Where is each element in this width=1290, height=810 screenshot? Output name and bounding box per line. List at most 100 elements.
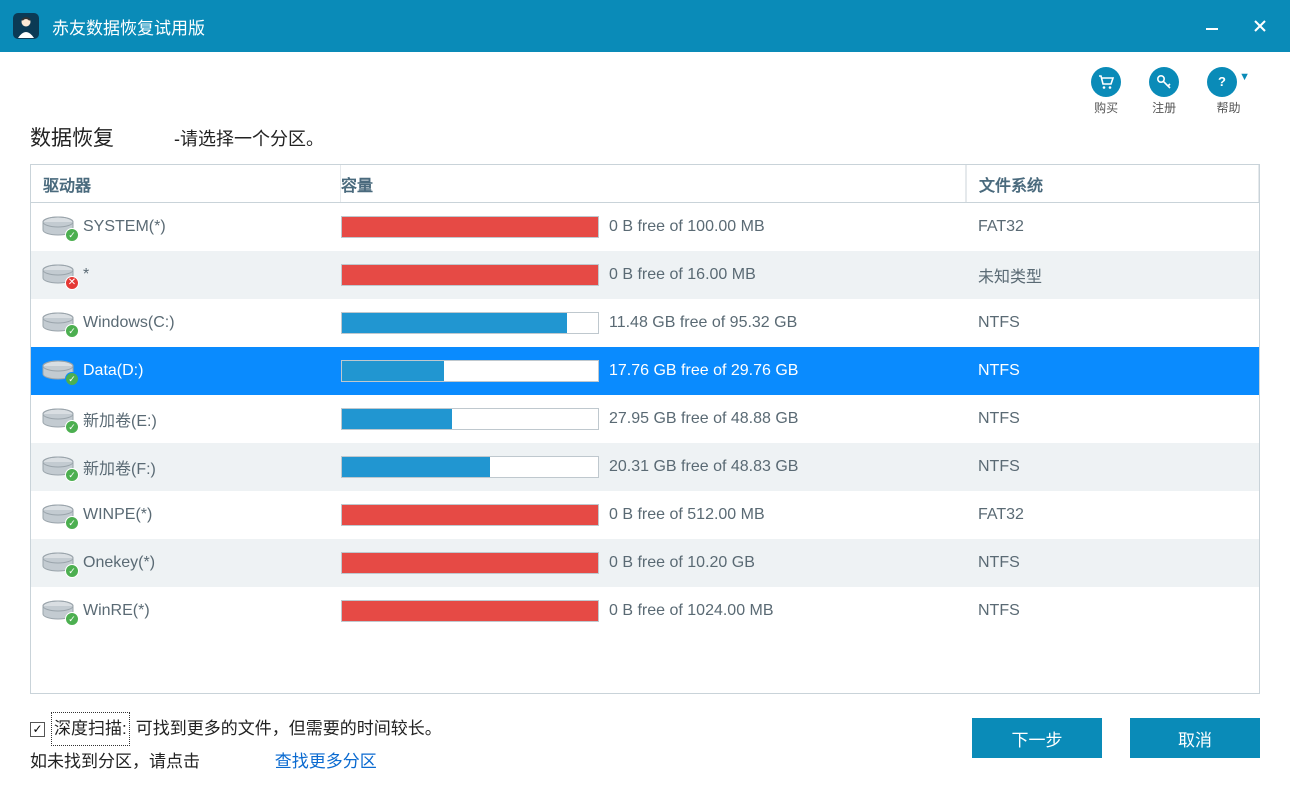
capacity-text: 0 B free of 16.00 MB [609,266,756,284]
ok-badge-icon: ✓ [65,468,79,482]
capacity-text: 11.48 GB free of 95.32 GB [609,314,797,332]
window-controls [1202,16,1278,36]
cancel-button[interactable]: 取消 [1130,718,1260,758]
deep-scan-checkbox[interactable]: ✓ [30,722,45,737]
question-icon: ? [1207,67,1237,97]
drive-name: Onekey(*) [83,554,155,572]
drive-row[interactable]: ✓ Onekey(*) 0 B free of 10.20 GB NTFS [31,539,1259,587]
buy-button[interactable]: 购买 [1091,67,1121,116]
minimize-button[interactable] [1202,16,1222,36]
ok-badge-icon: ✓ [65,420,79,434]
drive-icon: ✓ [41,552,75,574]
filesystem-text: NTFS [966,458,1259,476]
window-title: 赤友数据恢复试用版 [52,14,1202,39]
drive-row[interactable]: ✓ WINPE(*) 0 B free of 512.00 MB FAT32 [31,491,1259,539]
usage-bar [341,600,599,622]
filesystem-text: FAT32 [966,218,1259,236]
app-icon [12,12,40,40]
capacity-text: 0 B free of 10.20 GB [609,554,755,572]
ok-badge-icon: ✓ [65,612,79,626]
content-area: 购买 注册 ? ▼ 帮助 数据恢复 -请选择一个分区。 [0,52,1290,810]
drive-name: WinRE(*) [83,602,150,620]
table-body: ✓ SYSTEM(*) 0 B free of 100.00 MB FAT32 ✕ * 0 … [31,203,1259,693]
drive-icon: ✓ [41,600,75,622]
capacity-text: 27.95 GB free of 48.88 GB [609,410,798,428]
find-more-link[interactable]: 查找更多分区 [275,752,377,771]
drive-table: 驱动器 容量 文件系统 ✓ SYSTEM(*) 0 B free of 100.00… [30,164,1260,694]
deep-scan-label: 深度扫描: [51,712,130,746]
usage-bar [341,504,599,526]
drive-row[interactable]: ✓ Windows(C:) 11.48 GB free of 95.32 GB NTF… [31,299,1259,347]
column-filesystem[interactable]: 文件系统 [966,165,1259,202]
deep-scan-desc: 可找到更多的文件，但需要的时间较长。 [136,713,442,745]
next-button[interactable]: 下一步 [972,718,1102,758]
drive-icon: ✓ [41,456,75,478]
table-header: 驱动器 容量 文件系统 [31,165,1259,203]
drive-icon: ✓ [41,408,75,430]
drive-name: SYSTEM(*) [83,218,166,236]
footer-buttons: 下一步 取消 [972,718,1260,758]
filesystem-text: FAT32 [966,506,1259,524]
drive-icon: ✓ [41,360,75,382]
filesystem-text: NTFS [966,554,1259,572]
usage-bar [341,408,599,430]
help-label: 帮助 [1217,99,1241,116]
drive-name: 新加卷(E:) [83,407,157,431]
drive-name: Data(D:) [83,362,143,380]
ok-badge-icon: ✓ [65,324,79,338]
drive-icon: ✕ [41,264,75,286]
filesystem-text: NTFS [966,410,1259,428]
drive-row[interactable]: ✓ Data(D:) 17.76 GB free of 29.76 GB NTFS [31,347,1259,395]
footer: ✓ 深度扫描: 可找到更多的文件，但需要的时间较长。 如未找到分区，请点击 查找… [0,694,1290,799]
ok-badge-icon: ✓ [65,564,79,578]
error-badge-icon: ✕ [65,276,79,290]
usage-bar [341,216,599,238]
filesystem-text: 未知类型 [966,263,1259,287]
capacity-text: 0 B free of 100.00 MB [609,218,765,236]
column-capacity[interactable]: 容量 [341,165,966,202]
drive-icon: ✓ [41,504,75,526]
column-drive[interactable]: 驱动器 [31,165,341,202]
not-found-text: 如未找到分区，请点击 [30,752,200,771]
key-icon [1149,67,1179,97]
drive-row[interactable]: ✕ * 0 B free of 16.00 MB 未知类型 [31,251,1259,299]
usage-bar [341,360,599,382]
help-button[interactable]: ? ▼ 帮助 [1207,67,1250,116]
footer-left: ✓ 深度扫描: 可找到更多的文件，但需要的时间较长。 如未找到分区，请点击 查找… [30,712,442,779]
capacity-text: 17.76 GB free of 29.76 GB [609,362,798,380]
titlebar: 赤友数据恢复试用版 [0,0,1290,52]
capacity-text: 20.31 GB free of 48.83 GB [609,458,798,476]
drive-name: WINPE(*) [83,506,152,524]
register-button[interactable]: 注册 [1149,67,1179,116]
ok-badge-icon: ✓ [65,516,79,530]
ok-badge-icon: ✓ [65,228,79,242]
page-title: 数据恢复 [30,122,114,152]
usage-bar [341,312,599,334]
filesystem-text: NTFS [966,602,1259,620]
usage-bar [341,552,599,574]
buy-label: 购买 [1094,99,1118,116]
svg-text:?: ? [1218,74,1226,89]
capacity-text: 0 B free of 512.00 MB [609,506,765,524]
drive-icon: ✓ [41,312,75,334]
drive-row[interactable]: ✓ WinRE(*) 0 B free of 1024.00 MB NTFS [31,587,1259,635]
cart-icon [1091,67,1121,97]
drive-row[interactable]: ✓ SYSTEM(*) 0 B free of 100.00 MB FAT32 [31,203,1259,251]
filesystem-text: NTFS [966,362,1259,380]
page-subtitle: -请选择一个分区。 [174,125,324,151]
drive-row[interactable]: ✓ 新加卷(E:) 27.95 GB free of 48.88 GB NTFS [31,395,1259,443]
page-header: 数据恢复 -请选择一个分区。 [0,122,1290,164]
drive-row[interactable]: ✓新加卷(F:)20.31 GB free of 48.83 GBNTFS [31,443,1259,491]
app-window: 赤友数据恢复试用版 购买 注册 [0,0,1290,810]
register-label: 注册 [1152,99,1176,116]
usage-bar [341,456,599,478]
toolbar: 购买 注册 ? ▼ 帮助 [0,52,1290,122]
drive-name: Windows(C:) [83,314,175,332]
drive-icon: ✓ [41,216,75,238]
drive-name: * [83,266,89,284]
capacity-text: 0 B free of 1024.00 MB [609,602,774,620]
filesystem-text: NTFS [966,314,1259,332]
usage-bar [341,264,599,286]
ok-badge-icon: ✓ [65,372,79,386]
close-button[interactable] [1250,16,1270,36]
